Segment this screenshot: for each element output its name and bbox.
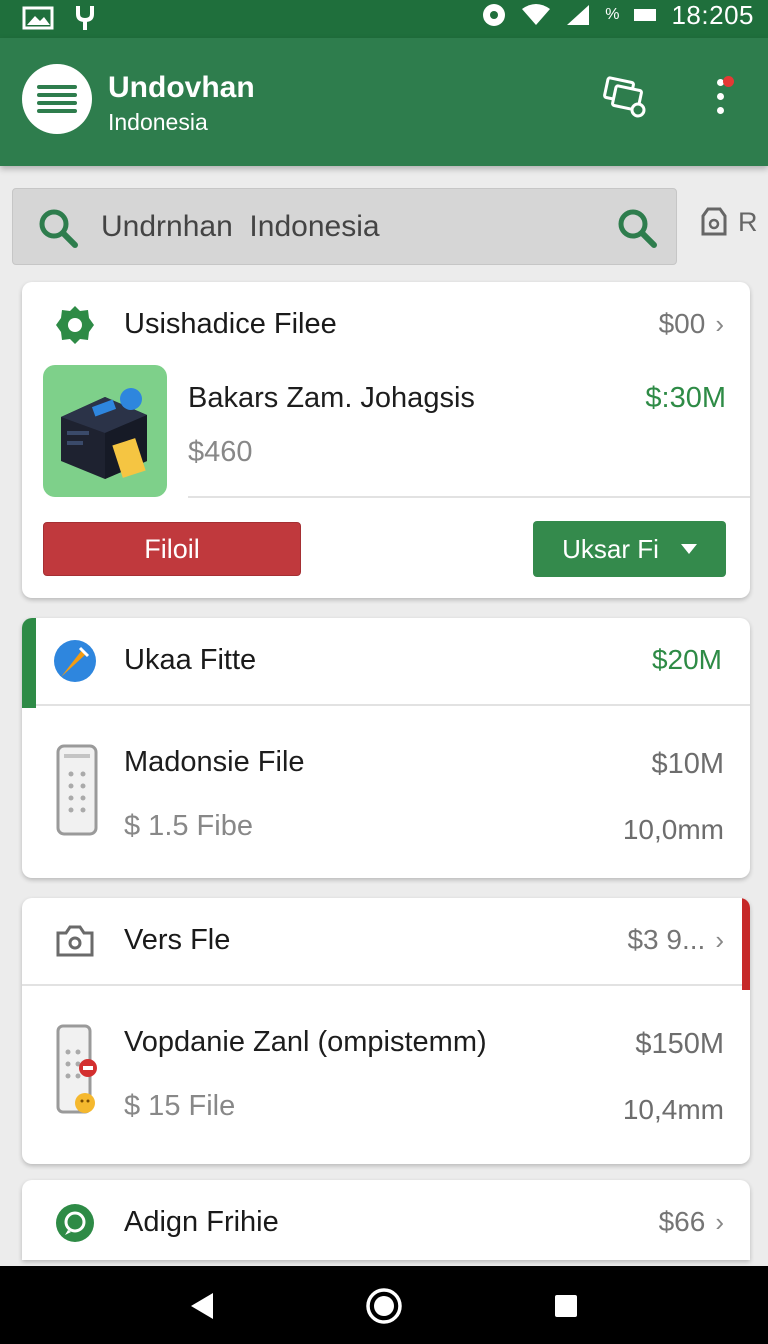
card-header[interactable]: Adign Frihie $66 › bbox=[22, 1180, 750, 1260]
row-title: Vopdanie Zanl (ompistemm) bbox=[124, 1026, 487, 1058]
gallery-button[interactable] bbox=[596, 68, 652, 124]
signal-icon bbox=[567, 5, 590, 25]
compass-icon bbox=[52, 638, 98, 684]
filter-icon bbox=[701, 207, 727, 236]
home-icon bbox=[366, 1288, 402, 1324]
recents-icon bbox=[555, 1295, 577, 1317]
image-notification-icon bbox=[22, 6, 54, 30]
file-card: Adign Frihie $66 › bbox=[22, 1180, 750, 1260]
more-options-button[interactable] bbox=[692, 68, 748, 124]
row-subtitle: $ 1.5 Fibe bbox=[124, 810, 253, 842]
card-value: $20M bbox=[651, 644, 722, 675]
uksar-label: Uksar Fi bbox=[562, 533, 659, 564]
navigation-bar bbox=[0, 1266, 768, 1344]
app-bar: Undovhan Indonesia bbox=[0, 38, 768, 166]
card-title: Vers Fle bbox=[124, 924, 231, 956]
search-input[interactable] bbox=[101, 201, 601, 253]
row-value: $10M bbox=[651, 748, 724, 780]
chevron-right-icon[interactable]: › bbox=[715, 1207, 724, 1238]
usb-icon bbox=[76, 6, 94, 30]
card-value-text: $3 9... bbox=[627, 924, 706, 955]
row-size: 10,0mm bbox=[622, 814, 724, 845]
status-bar: % 18:205 bbox=[0, 0, 768, 38]
phone-alert-icon bbox=[56, 1024, 97, 1114]
row-title: Madonsie File bbox=[124, 746, 305, 778]
card-header[interactable]: Vers Fle $3 9... › bbox=[22, 898, 750, 984]
file-card: Usishadice Filee $00 › Bakars Zam. Johag… bbox=[22, 282, 750, 598]
divider bbox=[188, 496, 750, 498]
notification-badge bbox=[723, 76, 734, 87]
product-name[interactable]: Bakars Zam. Johagsis bbox=[188, 382, 475, 415]
search-submit-icon[interactable] bbox=[616, 207, 658, 249]
chat-icon bbox=[52, 1200, 98, 1246]
phone-icon bbox=[56, 744, 98, 836]
chevron-right-icon[interactable]: › bbox=[715, 309, 724, 340]
alarm-icon bbox=[483, 4, 506, 26]
card-title: Usishadice Filee bbox=[124, 308, 337, 340]
card-value: $66 › bbox=[659, 1206, 724, 1238]
filter-button[interactable]: R bbox=[700, 206, 758, 238]
home-button[interactable] bbox=[364, 1286, 404, 1326]
menu-icon bbox=[37, 85, 77, 113]
search-bar bbox=[12, 188, 677, 265]
back-button[interactable] bbox=[182, 1286, 222, 1326]
list-item[interactable]: Vopdanie Zanl (ompistemm) $ 15 File $150… bbox=[22, 986, 750, 1156]
card-header[interactable]: Usishadice Filee $00 › bbox=[22, 282, 750, 368]
caret-down-icon bbox=[680, 544, 697, 554]
product-subtitle: $460 bbox=[188, 436, 253, 468]
battery-percent: % bbox=[605, 6, 620, 23]
row-size: 10,4mm bbox=[622, 1094, 724, 1125]
card-value-text: $00 bbox=[658, 308, 706, 339]
uksar-dropdown-button[interactable]: Uksar Fi bbox=[533, 521, 726, 577]
camera-icon bbox=[52, 918, 98, 964]
app-subtitle: Indonesia bbox=[108, 109, 208, 135]
filter-label: R bbox=[738, 206, 758, 237]
menu-button[interactable] bbox=[22, 64, 92, 134]
card-value: $3 9... › bbox=[627, 924, 724, 956]
search-icon[interactable] bbox=[37, 207, 79, 249]
file-card: Vers Fle $3 9... › Vopdanie Zanl (ompist… bbox=[22, 898, 750, 1164]
recents-button[interactable] bbox=[546, 1286, 586, 1326]
file-card: Ukaa Fitte $20M Madonsie File $ 1.5 Fibe… bbox=[22, 618, 750, 878]
more-vert-icon bbox=[716, 78, 724, 114]
chevron-right-icon[interactable]: › bbox=[715, 925, 724, 956]
clock: 18:205 bbox=[671, 0, 754, 30]
wifi-icon bbox=[522, 4, 551, 25]
product-price: $:30M bbox=[645, 382, 726, 414]
gear-icon bbox=[52, 302, 98, 348]
card-header[interactable]: Ukaa Fitte $20M bbox=[22, 618, 750, 704]
back-icon bbox=[191, 1293, 213, 1319]
card-value: $00 › bbox=[659, 308, 724, 340]
gallery-icon bbox=[603, 76, 646, 118]
card-title: Ukaa Fitte bbox=[124, 644, 257, 676]
row-subtitle: $ 15 File bbox=[124, 1090, 236, 1122]
card-title: Adign Frihie bbox=[124, 1206, 279, 1238]
app-title: Undovhan bbox=[108, 71, 255, 104]
battery-icon bbox=[634, 9, 657, 21]
list-item[interactable]: Madonsie File $ 1.5 Fibe $10M 10,0mm bbox=[22, 706, 750, 876]
product-image[interactable] bbox=[43, 365, 167, 497]
filoil-button[interactable]: Filoil bbox=[43, 522, 301, 576]
card-value-text: $66 bbox=[658, 1206, 706, 1237]
row-value: $150M bbox=[635, 1028, 724, 1060]
